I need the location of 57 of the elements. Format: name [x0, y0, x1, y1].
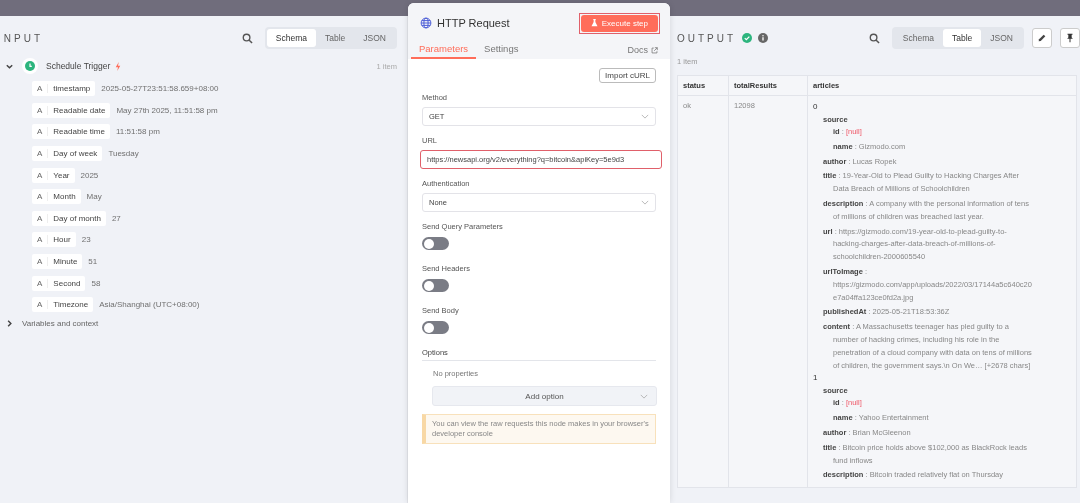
field-name: Day of week	[52, 149, 99, 159]
view-tab[interactable]: Schema	[266, 29, 316, 47]
add-option-button[interactable]: Add option	[432, 386, 657, 406]
panel-title: OUTPUT	[677, 32, 737, 44]
chevron-down-icon	[640, 393, 648, 399]
view-tab[interactable]: Schema	[893, 29, 943, 47]
field-name: Month	[52, 192, 77, 202]
array-index: 0	[813, 102, 819, 111]
field-value: Tuesday	[108, 149, 139, 159]
chevron-down-icon	[641, 114, 649, 119]
flask-icon	[590, 19, 598, 27]
view-tab[interactable]: JSON	[354, 29, 395, 47]
field-name: timestamp	[52, 84, 92, 94]
info-icon[interactable]	[758, 33, 769, 43]
field-name: Minute	[52, 257, 79, 267]
search-icon[interactable]	[241, 32, 253, 44]
section-label[interactable]: Variables and context	[22, 318, 99, 328]
node-title: HTTP Request	[437, 17, 510, 29]
pin-icon	[1065, 33, 1075, 43]
toggle-switch[interactable]	[422, 237, 449, 250]
docs-link[interactable]: Docs	[627, 45, 658, 59]
field-name: Year	[52, 170, 71, 180]
field-value: 58	[91, 278, 101, 288]
edit-button[interactable]	[1032, 28, 1052, 48]
field-name: Readable time	[52, 127, 106, 137]
lightning-icon	[115, 61, 122, 71]
pin-button[interactable]	[1060, 28, 1080, 48]
toggle-switch[interactable]	[422, 321, 449, 334]
field-value: 27	[111, 213, 121, 223]
chevron-icon[interactable]	[5, 318, 14, 328]
globe-icon	[420, 17, 432, 29]
panel-title: INPUT	[0, 32, 43, 44]
search-icon[interactable]	[868, 32, 880, 44]
field-value: May	[86, 192, 102, 202]
field-name: Timezone	[52, 300, 90, 310]
node-name: Schedule Trigger	[46, 61, 111, 71]
toggle-switch[interactable]	[422, 279, 449, 292]
chevron-down-icon	[641, 200, 649, 205]
view-tab[interactable]: Table	[316, 29, 355, 47]
array-index: 1	[813, 373, 819, 383]
field-name: Day of month	[52, 213, 102, 223]
field-value: 51	[88, 257, 98, 267]
check-icon	[742, 33, 753, 43]
field-value: May 27th 2025, 11:51:58 pm	[116, 105, 218, 115]
field-value: 2025	[80, 170, 99, 180]
view-tab[interactable]: JSON	[981, 29, 1022, 47]
pencil-icon	[1037, 33, 1047, 43]
field-name: Second	[52, 278, 82, 288]
field-value: 23	[81, 235, 91, 245]
view-tab[interactable]: Table	[943, 29, 982, 47]
external-link-icon	[651, 46, 658, 54]
import-curl-button[interactable]: Import cURL	[599, 68, 656, 83]
field-name: Hour	[52, 235, 72, 245]
field-value: 2025-05-27T23:51:58.659+08:00	[101, 84, 219, 94]
field-name: Readable date	[52, 105, 107, 115]
clock-icon	[22, 58, 38, 74]
panel-tab[interactable]: Settings	[476, 43, 527, 59]
